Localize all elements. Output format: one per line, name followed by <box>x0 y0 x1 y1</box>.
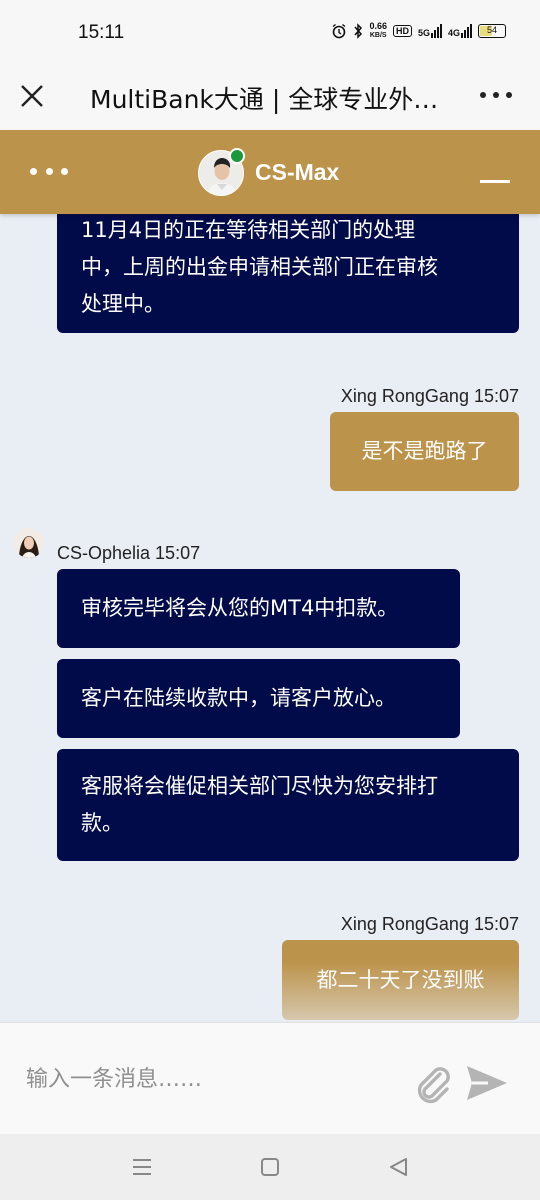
status-time: 15:11 <box>78 22 125 43</box>
message-text-line: 客服将会催促相关部门尽快为您安排打 <box>81 774 438 798</box>
page-title: MultiBank大通 | 全球专业外… <box>90 85 439 114</box>
battery-level: 54 <box>486 25 497 35</box>
status-bar: 15:11 0.66 KB/S HD 5G 4G 54 <box>0 0 540 68</box>
message-bubble-agent: 审核完毕将会从您的MT4中扣款。 <box>57 569 460 648</box>
network-speed-value: 0.66 <box>369 21 387 31</box>
message-list[interactable]: 11月4日的正在等待相关部门的处理 中，上周的出金申请相关部门正在审核 处理中。… <box>0 214 540 1022</box>
back-triangle-icon[interactable] <box>384 1152 414 1182</box>
signal-4g-label: 4G <box>447 28 460 38</box>
title-bar: MultiBank大通 | 全球专业外… <box>0 68 540 130</box>
message-text-line: 款。 <box>81 811 123 835</box>
signal-4g-icon: 4G <box>448 24 472 38</box>
menu-icon[interactable] <box>127 1152 157 1182</box>
minimize-icon[interactable] <box>480 180 510 183</box>
bluetooth-icon <box>354 23 363 39</box>
signal-5g-icon: 5G <box>418 24 442 38</box>
chat-header: CS-Max <box>0 130 540 214</box>
message-text-line: 11月4日的正在等待相关部门的处理 <box>81 218 416 242</box>
message-bubble-agent: 客户在陆续收款中，请客户放心。 <box>57 659 460 738</box>
alarm-icon <box>333 23 346 39</box>
agent-name: CS-Max <box>255 159 340 185</box>
message-meta-agent: CS-Ophelia 15:07 <box>57 543 201 563</box>
network-speed: 0.66 KB/S <box>369 22 387 40</box>
battery-icon: 54 <box>478 24 506 38</box>
online-status-dot <box>229 148 245 164</box>
message-meta-user: Xing RongGang 15:07 <box>340 386 519 406</box>
more-dots-icon[interactable] <box>480 90 512 100</box>
agent-avatar-ophelia <box>14 528 44 558</box>
message-bubble-user: 是不是跑路了 <box>330 412 519 491</box>
message-bubble-user: 都二十天了没到账 <box>282 940 519 1020</box>
navigation-bar <box>0 1134 540 1200</box>
message-meta-user: Xing RongGang 15:07 <box>340 914 519 934</box>
message-bubble-agent: 客服将会催促相关部门尽快为您安排打 款。 <box>57 749 519 861</box>
message-text-line: 处理中。 <box>81 292 165 316</box>
hd-badge: HD <box>392 25 412 37</box>
home-square-icon[interactable] <box>255 1152 285 1182</box>
message-bubble-agent: 11月4日的正在等待相关部门的处理 中，上周的出金申请相关部门正在审核 处理中。 <box>57 214 519 333</box>
signal-5g-label: 5G <box>417 28 430 38</box>
input-bar <box>0 1022 540 1134</box>
dots-menu-icon[interactable] <box>30 168 68 178</box>
message-input[interactable] <box>26 1059 396 1099</box>
send-icon[interactable] <box>464 1061 510 1105</box>
message-text-line: 中，上周的出金申请相关部门正在审核 <box>81 255 438 279</box>
network-speed-unit: KB/S <box>369 32 387 39</box>
close-icon[interactable] <box>18 82 46 110</box>
status-icons: 0.66 KB/S HD 5G 4G 54 <box>331 22 506 40</box>
paperclip-icon[interactable] <box>410 1061 454 1105</box>
